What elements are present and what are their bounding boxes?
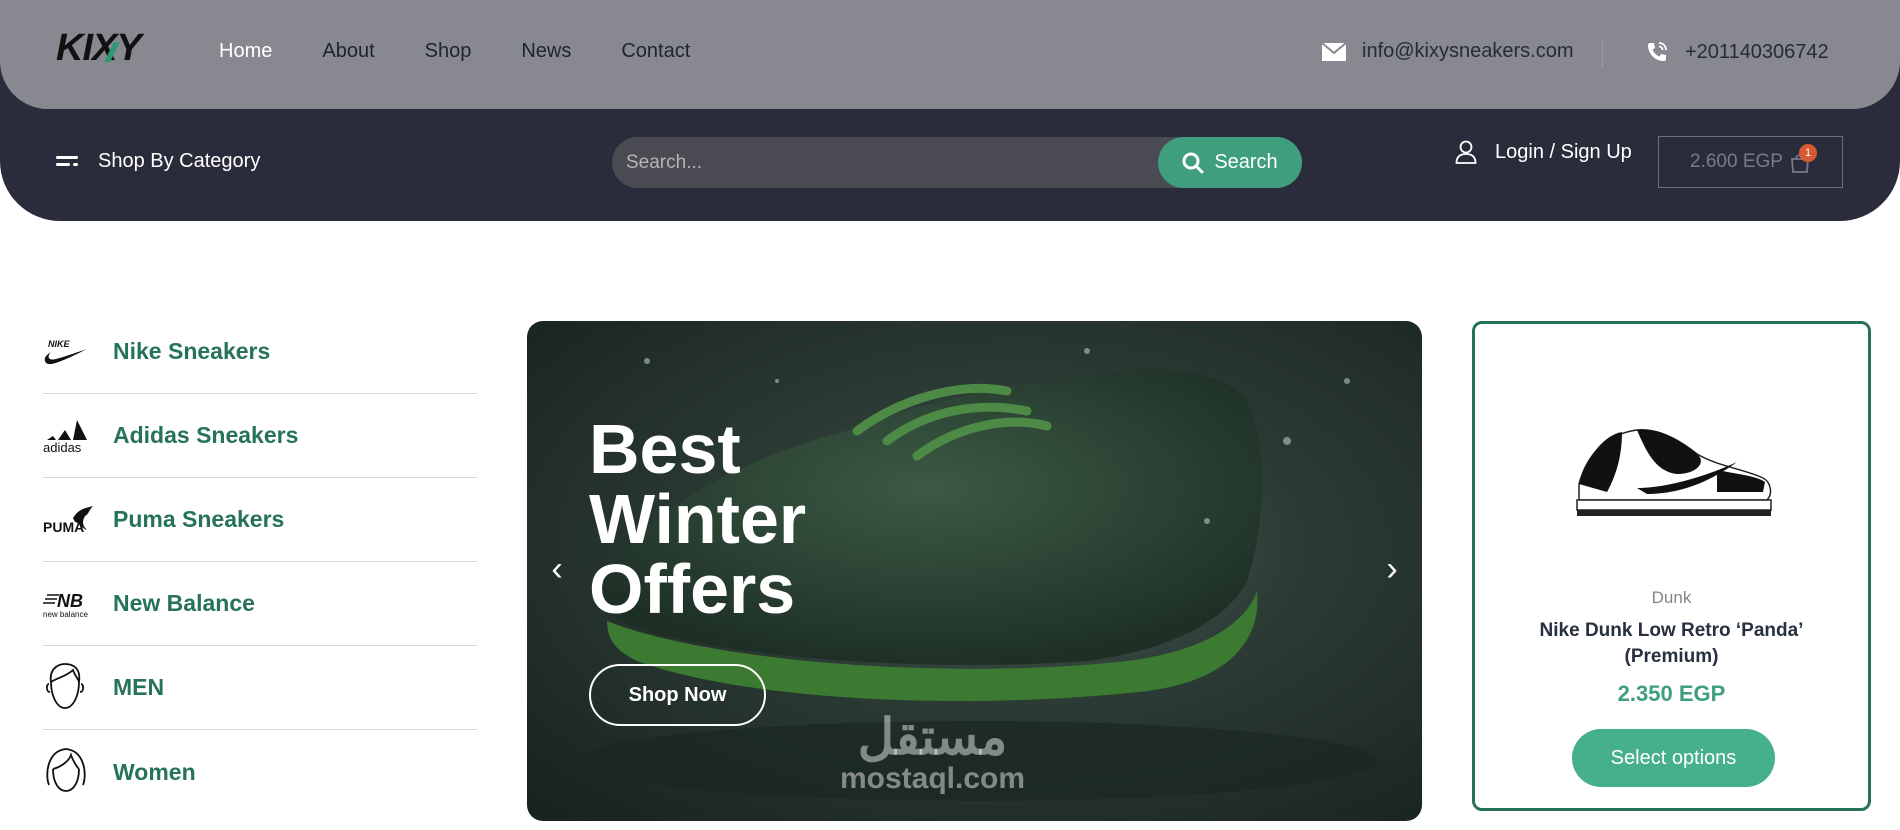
top-bar: KIXY Home About Shop News Contact info@k… (0, 0, 1900, 109)
menu-lines-icon (56, 155, 78, 166)
man-face-icon (43, 660, 113, 716)
watermark-url: mostaql.com (840, 762, 1026, 795)
category-item-new-balance[interactable]: NB new balance New Balance (43, 562, 477, 646)
main-nav: Home About Shop News Contact (219, 40, 740, 63)
category-item-women[interactable]: Women (43, 730, 477, 814)
search-button[interactable]: Search (1158, 137, 1302, 188)
puma-logo-icon: PUMA (43, 492, 113, 548)
kixy-logo[interactable]: KIXY (54, 28, 170, 68)
nav-contact[interactable]: Contact (621, 40, 690, 63)
svg-text:KIXY: KIXY (56, 28, 145, 68)
contact-divider (1602, 40, 1603, 68)
envelope-icon (1322, 42, 1346, 61)
svg-text:new balance: new balance (43, 610, 88, 619)
category-sidebar: NIKE Nike Sneakers adidas Adidas Sneaker… (43, 310, 477, 814)
login-link[interactable]: Login / Sign Up (1455, 140, 1632, 164)
category-label: Shop By Category (98, 150, 261, 172)
category-item-adidas[interactable]: adidas Adidas Sneakers (43, 394, 477, 478)
product-price: 2.350 EGP (1617, 681, 1726, 706)
contact-email[interactable]: info@kixysneakers.com (1322, 40, 1573, 63)
cart-total: 2.600 EGP (1690, 151, 1783, 172)
hero-title-line-2: Winter (589, 480, 807, 558)
main-header: KIXY Home About Shop News Contact info@k… (0, 0, 1900, 221)
cart-count-badge: 1 (1799, 144, 1817, 162)
hero-banner: Best Winter Offers Shop Now ‹ › مستقل mo… (527, 321, 1422, 821)
hero-title-line-1: Best (589, 410, 741, 488)
email-text: info@kixysneakers.com (1362, 40, 1574, 62)
product-image-panda-dunk[interactable] (1567, 414, 1777, 524)
search-button-label: Search (1214, 151, 1278, 173)
shop-by-category-toggle[interactable]: Shop By Category (56, 150, 260, 173)
shop-now-button[interactable]: Shop Now (589, 664, 766, 726)
carousel-prev-arrow-icon[interactable]: ‹ (545, 550, 569, 588)
adidas-logo-icon: adidas (43, 408, 113, 464)
product-category[interactable]: Dunk (1475, 588, 1868, 608)
search-input[interactable] (626, 137, 1146, 188)
category-label: MEN (113, 674, 165, 700)
nav-about[interactable]: About (322, 40, 374, 63)
hero-title-line-3: Offers (589, 550, 796, 628)
category-label: New Balance (113, 590, 255, 616)
nike-logo-icon: NIKE (43, 324, 113, 380)
carousel-next-arrow-icon[interactable]: › (1380, 550, 1404, 588)
contact-phone[interactable]: +201140306742 (1645, 40, 1829, 64)
new-balance-logo-icon: NB new balance (43, 576, 113, 632)
woman-face-icon (43, 744, 113, 800)
category-item-puma[interactable]: PUMA Puma Sneakers (43, 478, 477, 562)
svg-text:NB: NB (57, 591, 83, 611)
product-name[interactable]: Nike Dunk Low Retro ‘Panda’ (Premium) (1515, 618, 1828, 670)
category-label: Adidas Sneakers (113, 422, 299, 448)
category-label: Women (113, 758, 196, 785)
login-label: Login / Sign Up (1495, 140, 1632, 163)
select-options-button[interactable]: Select options (1572, 729, 1775, 787)
featured-product-card[interactable]: Dunk Nike Dunk Low Retro ‘Panda’ (Premiu… (1472, 321, 1871, 811)
nav-shop[interactable]: Shop (425, 40, 472, 63)
phone-icon (1648, 42, 1667, 61)
svg-text:adidas: adidas (43, 440, 82, 454)
nav-home[interactable]: Home (219, 40, 272, 63)
search-icon (1182, 152, 1204, 173)
category-item-nike[interactable]: NIKE Nike Sneakers (43, 310, 477, 394)
search-bar: Search (612, 137, 1302, 188)
user-icon (1455, 140, 1477, 164)
svg-text:NIKE: NIKE (48, 339, 70, 349)
nav-news[interactable]: News (521, 40, 571, 63)
category-label: Nike Sneakers (113, 338, 271, 364)
category-label: Puma Sneakers (113, 506, 285, 532)
category-item-men[interactable]: MEN (43, 646, 477, 730)
hero-title: Best Winter Offers (589, 414, 806, 624)
cart-button[interactable]: 2.600 EGP 1 (1658, 136, 1843, 188)
mostaql-watermark: مستقل mostaql.com (840, 711, 1025, 795)
watermark-arabic: مستقل (857, 709, 1008, 765)
phone-text: +201140306742 (1685, 40, 1829, 63)
